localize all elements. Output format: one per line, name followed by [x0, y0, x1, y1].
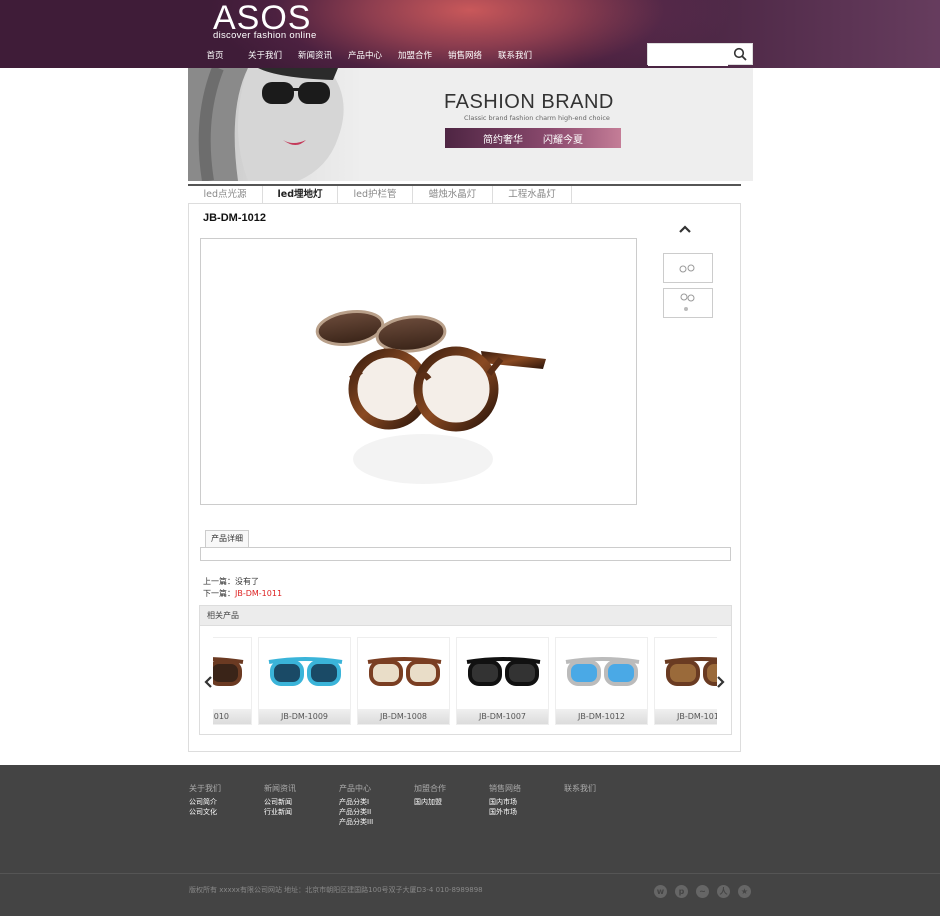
footer-link[interactable]: 国外市场 — [489, 807, 564, 817]
logo[interactable]: ASOS discover fashion online — [213, 0, 317, 41]
nav-item-contact[interactable]: 联系我们 — [490, 49, 540, 63]
product-main: JB-DM-1012 产品详细 上一篇：没有了 下一篇：JB-DM-1011 相… — [188, 204, 741, 752]
banner-slogan-left: 简约奢华 — [483, 134, 523, 146]
related-product-card[interactable]: JB-DM-1011 — [654, 637, 717, 725]
tab-product-detail[interactable]: 产品详细 — [205, 530, 249, 547]
category-tabs: led点光源 led埋地灯 led护栏管 蜡烛水晶灯 工程水晶灯 — [188, 184, 741, 204]
related-product-label: JB-DM-1007 — [457, 709, 548, 724]
main-nav: 首页 关于我们 新闻资讯 产品中心 加盟合作 销售网络 联系我们 — [190, 49, 540, 63]
search-icon[interactable] — [733, 47, 747, 61]
related-product-label: JB-DM-1012 — [556, 709, 647, 724]
footer-link[interactable]: 公司简介 — [189, 797, 264, 807]
prev-next-nav: 上一篇：没有了 下一篇：JB-DM-1011 — [203, 576, 282, 600]
glasses-thumbnail — [367, 657, 442, 686]
site-footer: 关于我们 公司简介 公司文化 新闻资讯 公司新闻 行业新闻 产品中心 产品分类I 产品分类II 产… — [0, 765, 940, 916]
weibo-icon[interactable]: w — [654, 885, 667, 898]
footer-divider — [0, 873, 940, 874]
banner-subtitle: Classic brand fashion charm high-end cho… — [464, 114, 610, 122]
related-product-card[interactable]: JB-DM-1010 — [213, 637, 252, 725]
prev-label: 上一篇： — [203, 577, 235, 586]
footer-link[interactable]: 产品分类I — [339, 797, 414, 807]
nav-item-join[interactable]: 加盟合作 — [390, 49, 440, 63]
category-tab-1[interactable]: led点光源 — [188, 186, 263, 204]
footer-column: 联系我们 — [564, 783, 639, 827]
banner-model-image — [188, 68, 363, 181]
related-products: 相关产品 JB-DM-1010JB-DM-1009JB-DM-1008JB-DM… — [199, 605, 732, 735]
product-image[interactable] — [200, 238, 637, 505]
related-product-label: JB-DM-1009 — [259, 709, 350, 724]
footer-column-title[interactable]: 销售网络 — [489, 783, 564, 794]
footer-column: 加盟合作 国内加盟 — [414, 783, 489, 827]
renren-icon[interactable]: 人 — [717, 885, 730, 898]
product-title: JB-DM-1012 — [203, 212, 266, 224]
promo-banner[interactable]: FASHION BRAND Classic brand fashion char… — [188, 68, 753, 181]
prev-post: 上一篇：没有了 — [203, 576, 282, 588]
search-input[interactable] — [648, 46, 728, 66]
glasses-image — [315, 310, 546, 484]
nav-item-sales[interactable]: 销售网络 — [440, 49, 490, 63]
social-links: w p ~ 人 ★ — [654, 885, 751, 898]
nav-item-products[interactable]: 产品中心 — [340, 49, 390, 63]
glasses-thumbnail — [664, 657, 717, 686]
related-product-card[interactable]: JB-DM-1009 — [258, 637, 351, 725]
related-product-card[interactable]: JB-DM-1008 — [357, 637, 450, 725]
category-tab-3[interactable]: led护栏管 — [338, 186, 413, 204]
footer-column: 关于我们公司简介 公司文化 — [189, 783, 264, 827]
related-product-card[interactable]: JB-DM-1012 — [555, 637, 648, 725]
footer-column: 销售网络国内市场 国外市场 — [489, 783, 564, 827]
nav-item-about[interactable]: 关于我们 — [240, 49, 290, 63]
footer-column-title[interactable]: 产品中心 — [339, 783, 414, 794]
footer-columns: 关于我们 公司简介 公司文化 新闻资讯 公司新闻 行业新闻 产品中心 产品分类I 产品分类II 产… — [189, 783, 639, 827]
footer-link[interactable]: 产品分类II — [339, 807, 414, 817]
related-heading: 相关产品 — [200, 606, 731, 626]
copyright-text: 版权所有 xxxxx有限公司网站 地址：北京市朝阳区建国路100号双子大厦D3-… — [189, 886, 483, 894]
footer-column-title[interactable]: 联系我们 — [564, 783, 639, 794]
banner-slogan-right: 闪耀今夏 — [543, 134, 583, 146]
footer-link[interactable]: 国内市场 — [489, 797, 564, 807]
category-tab-2[interactable]: led埋地灯 — [263, 186, 338, 204]
logo-tagline: discover fashion online — [213, 30, 317, 41]
carousel-right-arrow-icon[interactable] — [715, 676, 725, 688]
thumbnail-2[interactable] — [663, 288, 713, 318]
footer-link[interactable]: 产品分类III — [339, 817, 414, 827]
search-box — [647, 43, 753, 66]
next-label: 下一篇： — [203, 589, 235, 598]
banner-slogan-bar: 简约奢华 闪耀今夏 — [445, 128, 621, 148]
related-product-label: JB-DM-1008 — [358, 709, 449, 724]
glasses-thumbnail — [565, 657, 640, 686]
related-product-label: JB-DM-1011 — [655, 709, 717, 724]
related-product-card[interactable]: JB-DM-1007 — [456, 637, 549, 725]
glasses-thumbnail — [466, 657, 541, 686]
category-tab-5[interactable]: 工程水晶灯 — [493, 186, 572, 204]
prev-value: 没有了 — [235, 577, 259, 586]
footer-link[interactable]: 行业新闻 — [264, 807, 339, 817]
douban-icon[interactable]: ~ — [696, 885, 709, 898]
footer-column: 新闻资讯公司新闻 行业新闻 — [264, 783, 339, 827]
next-link[interactable]: JB-DM-1011 — [235, 589, 282, 598]
thumbnail-1[interactable] — [663, 253, 713, 283]
banner-title: FASHION BRAND — [444, 91, 614, 113]
category-tab-4[interactable]: 蜡烛水晶灯 — [413, 186, 493, 204]
related-track: JB-DM-1010 JB-DM-1009 JB-DM-1008 JB-DM-1007… — [213, 637, 717, 725]
site-header: ASOS discover fashion online 首页 关于我们 新闻资… — [0, 0, 940, 68]
star-icon[interactable]: ★ — [738, 885, 751, 898]
footer-column: 产品中心产品分类I 产品分类II 产品分类III — [339, 783, 414, 827]
footer-column-title[interactable]: 加盟合作 — [414, 783, 489, 794]
next-post: 下一篇：JB-DM-1011 — [203, 588, 282, 600]
glasses-thumbnail — [213, 657, 244, 686]
footer-link[interactable]: 国内加盟 — [414, 797, 489, 807]
nav-item-home[interactable]: 首页 — [190, 49, 240, 63]
product-detail-content — [200, 547, 731, 561]
nav-item-news[interactable]: 新闻资讯 — [290, 49, 340, 63]
footer-link[interactable]: 公司新闻 — [264, 797, 339, 807]
footer-column-title[interactable]: 新闻资讯 — [264, 783, 339, 794]
footer-link[interactable]: 公司文化 — [189, 807, 264, 817]
pinterest-icon[interactable]: p — [675, 885, 688, 898]
glasses-thumbnail — [268, 657, 343, 686]
related-product-label: JB-DM-1010 — [213, 709, 251, 724]
thumbnail-up-arrow-icon[interactable] — [678, 222, 692, 236]
related-carousel: JB-DM-1010 JB-DM-1009 JB-DM-1008 JB-DM-1007… — [213, 637, 717, 725]
footer-column-title[interactable]: 关于我们 — [189, 783, 264, 794]
